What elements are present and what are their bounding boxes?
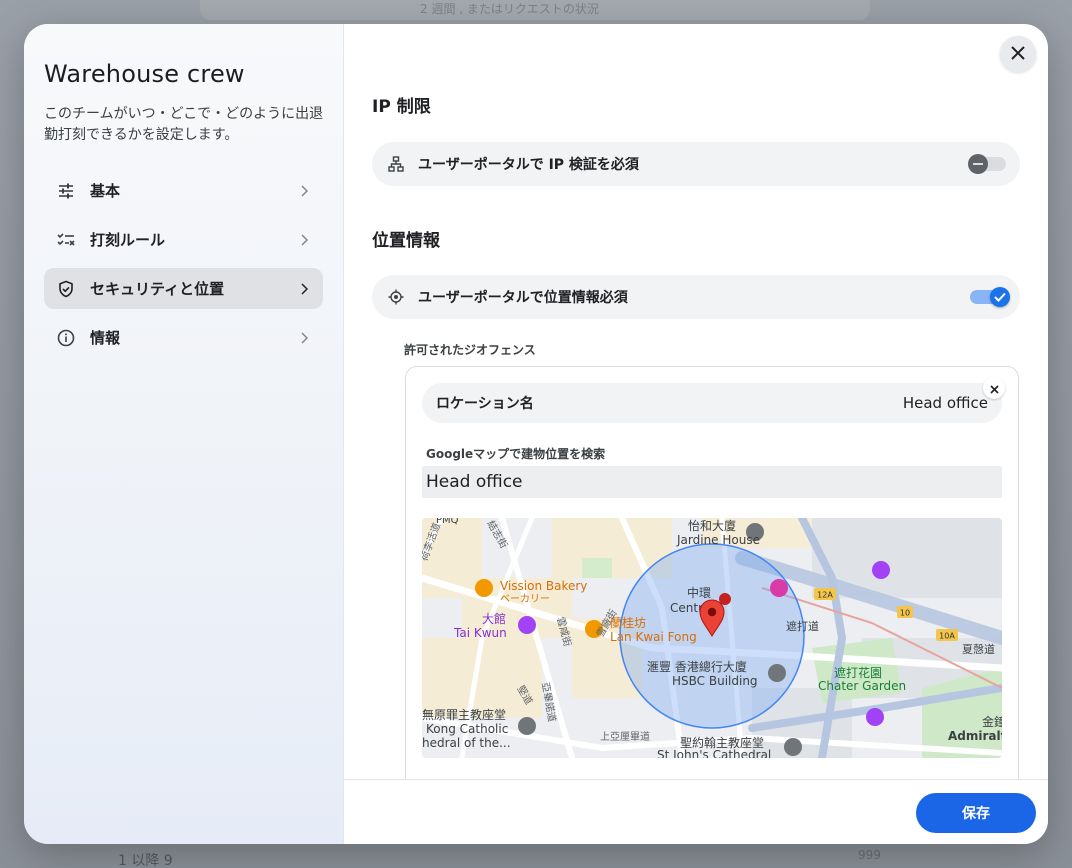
ip-verification-label: ユーザーポータルで IP 検証を必須	[418, 157, 639, 173]
map-label-hsbc: HSBC Building	[672, 674, 758, 688]
google-map[interactable]: 12A 10 10A 怡和大廈 Jardine House Vission Ba…	[422, 518, 1002, 758]
info-icon	[56, 328, 76, 348]
sidebar-item-basic[interactable]: 基本	[44, 170, 323, 211]
map-label-street-4: 上亞厘畢道	[600, 730, 650, 743]
sidebar-item-info[interactable]: 情報	[44, 317, 323, 358]
map-label-admiralty-zh: 金鐘	[982, 714, 1002, 729]
team-description: このチームがいつ・どこで・どのように出退勤打刻できるかを設定します。	[44, 106, 324, 143]
map-label-taikwun-zh: 大館	[482, 611, 506, 626]
location-section-title: 位置情報	[372, 231, 440, 251]
location-name-key: ロケーション名	[436, 396, 534, 412]
sidebar-item-label: 情報	[90, 329, 121, 347]
backdrop-top-bar: 2 週間 , またはリクエストの状況	[200, 0, 870, 20]
shield-icon	[56, 279, 76, 299]
map-label-catholic1: Kong Catholic	[426, 722, 508, 736]
map-label-chater-zh: 遮打花園	[834, 665, 882, 680]
close-icon	[1011, 45, 1025, 64]
backdrop-bottom-right: 999	[858, 848, 881, 862]
sidebar-item-security-location[interactable]: セキュリティと位置	[44, 268, 323, 309]
road-shield-10: 10	[900, 609, 910, 618]
location-required-row: ユーザーポータルで位置情報必須	[372, 275, 1020, 319]
map-label-taikwun: Tai Kwun	[453, 626, 507, 640]
location-name-row: ロケーション名 Head office	[422, 383, 1002, 423]
ip-section-title: IP 制限	[372, 97, 431, 117]
sliders-icon	[56, 181, 76, 201]
ip-verification-row: ユーザーポータルで IP 検証を必須	[372, 142, 1020, 186]
map-label-stjohn: St John's Cathedral	[657, 748, 771, 758]
location-required-toggle[interactable]	[970, 287, 1010, 307]
geofence-card: ロケーション名 Head office Googleマップで建物位置を検索 He…	[405, 366, 1019, 779]
map-label-admiralty: Admiralt	[948, 729, 1002, 743]
map-label-hsbc-zh: 滙豐 香港總行大廈	[647, 659, 747, 674]
map-label-harcourt: 夏愨道	[962, 642, 995, 656]
map-label-vission: Vission Bakery	[500, 579, 587, 593]
team-settings-dialog: Warehouse crew このチームがいつ・どこで・どのように出退勤打刻でき…	[24, 24, 1048, 844]
chevron-right-icon	[297, 282, 311, 296]
backdrop-top-text: 2 週間 , またはリクエストの状況	[420, 2, 599, 16]
settings-content: IP 制限 ユーザーポータルで IP 検証を必須 位置情報 ユーザーポータルで位…	[344, 24, 1048, 779]
map-search-input[interactable]	[422, 466, 1002, 498]
toggle-knob	[968, 154, 988, 174]
map-label-chater-road: 遮打道	[786, 619, 819, 633]
road-shield-12a: 12A	[817, 591, 833, 600]
map-label-jardine: Jardine House	[676, 533, 760, 547]
location-target-icon	[388, 289, 404, 305]
location-name-value: Head office	[902, 394, 988, 412]
sidebar-item-label: セキュリティと位置	[90, 280, 225, 298]
chevron-right-icon	[297, 331, 311, 345]
map-label-vission-ja: ベーカリー	[500, 593, 550, 605]
road-shield-10a: 10A	[939, 632, 955, 641]
save-button[interactable]: 保存	[916, 793, 1036, 833]
geofence-label: 許可されたジオフェンス	[404, 343, 536, 357]
checklist-icon	[56, 230, 76, 250]
settings-nav: 基本 打刻ルール セキュリティと位置 情報	[44, 170, 323, 366]
map-label-catholic2: hedral of the...	[422, 736, 511, 750]
map-label-chater: Chater Garden	[818, 679, 906, 693]
chevron-right-icon	[297, 184, 311, 198]
close-button[interactable]	[1000, 36, 1036, 72]
team-name: Warehouse crew	[44, 60, 245, 88]
check-icon	[990, 287, 1010, 307]
sidebar-item-label: 打刻ルール	[90, 231, 166, 249]
map-label-catholic-zh: 無原罪主教座堂	[422, 707, 506, 722]
map-search-label: Googleマップで建物位置を検索	[426, 447, 606, 461]
map-label-lkf: Lan Kwai Fong	[610, 630, 697, 644]
network-icon	[388, 156, 404, 172]
settings-sidebar: Warehouse crew このチームがいつ・どこで・どのように出退勤打刻でき…	[24, 24, 344, 844]
close-icon	[989, 379, 999, 398]
sidebar-item-label: 基本	[90, 182, 121, 200]
map-label-central: Centr	[670, 601, 703, 615]
map-label-jardine-zh: 怡和大廈	[688, 518, 736, 533]
backdrop-bottom-text: 1 以降 9	[118, 853, 173, 868]
remove-geofence-button[interactable]	[983, 377, 1005, 399]
dialog-footer: 保存	[344, 779, 1048, 844]
ip-verification-toggle[interactable]	[968, 154, 1006, 174]
sidebar-item-clock-rules[interactable]: 打刻ルール	[44, 219, 323, 260]
location-required-label: ユーザーポータルで位置情報必須	[418, 290, 628, 306]
map-label-central-zh: 中環	[687, 585, 711, 600]
chevron-right-icon	[297, 233, 311, 247]
